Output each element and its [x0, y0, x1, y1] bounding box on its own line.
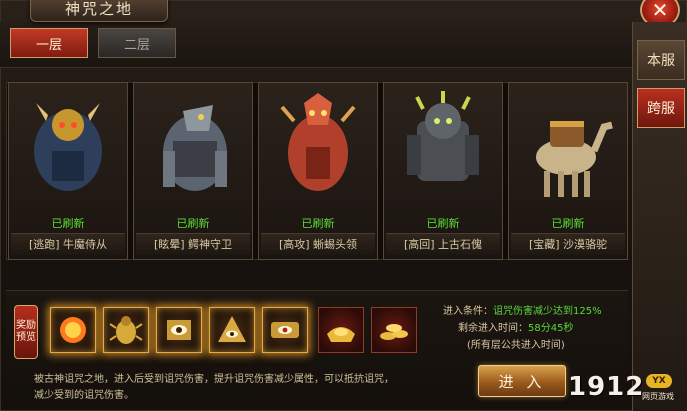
remaining-time: 剩余进入时间：58分45秒	[458, 319, 573, 334]
tab-floor-1[interactable]: 一层	[10, 28, 88, 58]
watermark-subtitle: 网页游戏	[642, 392, 674, 401]
boss-name: [宝藏] 沙漠骆驼	[511, 233, 625, 255]
time-note: (所有层公共进入时间)	[467, 340, 565, 351]
reward-badge-bottom: 预览	[16, 332, 36, 343]
boss-card-lizard[interactable]: 已刷新 [高攻] 蜥蜴头领	[258, 82, 378, 260]
boss-name: [高回] 上古石傀	[386, 233, 500, 255]
remaining-time-value: 58分45秒	[528, 323, 574, 334]
boss-name: [逃跑] 牛魔侍从	[11, 233, 125, 255]
boss-status: 已刷新	[551, 217, 585, 230]
gold-ingot-icon	[327, 327, 355, 342]
boss-status: 已刷新	[426, 217, 460, 230]
reward-item[interactable]	[156, 307, 202, 353]
tab-cross-server[interactable]: 跨服	[637, 88, 685, 128]
reward-item[interactable]	[103, 307, 149, 353]
reward-item[interactable]	[209, 307, 255, 353]
enter-button[interactable]: 进 入	[478, 365, 566, 397]
stone-golem-icon	[388, 87, 498, 207]
eye-rune-scroll-icon	[271, 322, 299, 338]
tab-bar	[0, 22, 632, 68]
reward-item[interactable]	[371, 307, 417, 353]
window-title: 神咒之地	[30, 0, 168, 22]
remaining-time-label: 剩余进入时间：	[458, 323, 528, 334]
boss-card-golem[interactable]: 已刷新 [高回] 上古石傀	[383, 82, 503, 260]
minotaur-guard-icon	[13, 87, 123, 207]
entry-condition-label: 进入条件：	[443, 306, 493, 317]
server-sidebar	[632, 22, 687, 411]
scarab-icon	[109, 316, 143, 344]
reward-badge-top: 奖励	[16, 320, 36, 331]
boss-card-minotaur[interactable]: 已刷新 [逃跑] 牛魔侍从	[8, 82, 128, 260]
tab-floor-2[interactable]: 二层	[98, 28, 176, 58]
lizard-chief-icon	[263, 87, 373, 207]
pyramid-eye-icon	[218, 316, 246, 342]
boss-status: 已刷新	[301, 217, 335, 230]
tab-local-server[interactable]: 本服	[637, 40, 685, 80]
watermark-logo: 1912 YX 网页游戏	[568, 372, 686, 408]
entry-condition: 进入条件：诅咒伤害减少达到125%	[443, 302, 602, 317]
reward-preview-badge: 奖励 预览	[14, 305, 38, 359]
boss-status: 已刷新	[176, 217, 210, 230]
boss-status: 已刷新	[51, 217, 85, 230]
boss-name: [眩晕] 鳄神守卫	[136, 233, 250, 255]
eye-rune-icon	[167, 320, 191, 340]
boss-card-crocodile[interactable]: 已刷新 [眩晕] 鳄神守卫	[133, 82, 253, 260]
treasure-camel-icon	[513, 87, 623, 207]
gold-pile-icon	[380, 324, 408, 340]
reward-item[interactable]	[318, 307, 364, 353]
reward-item[interactable]	[262, 307, 308, 353]
watermark-badge: YX	[646, 374, 672, 388]
boss-name: [高攻] 蜥蜴头领	[261, 233, 375, 255]
watermark-number: 1912	[568, 372, 645, 402]
crocodile-guard-icon	[138, 87, 248, 207]
zone-description: 被古神诅咒之地，进入后受到诅咒伤害，提升诅咒伤害减少属性，可以抵抗诅咒，减少受到…	[34, 374, 394, 401]
entry-condition-value: 诅咒伤害减少达到125%	[493, 306, 602, 317]
reward-item[interactable]	[50, 307, 96, 353]
boss-card-camel[interactable]: 已刷新 [宝藏] 沙漠骆驼	[508, 82, 628, 260]
fire-orb-icon	[60, 317, 86, 343]
